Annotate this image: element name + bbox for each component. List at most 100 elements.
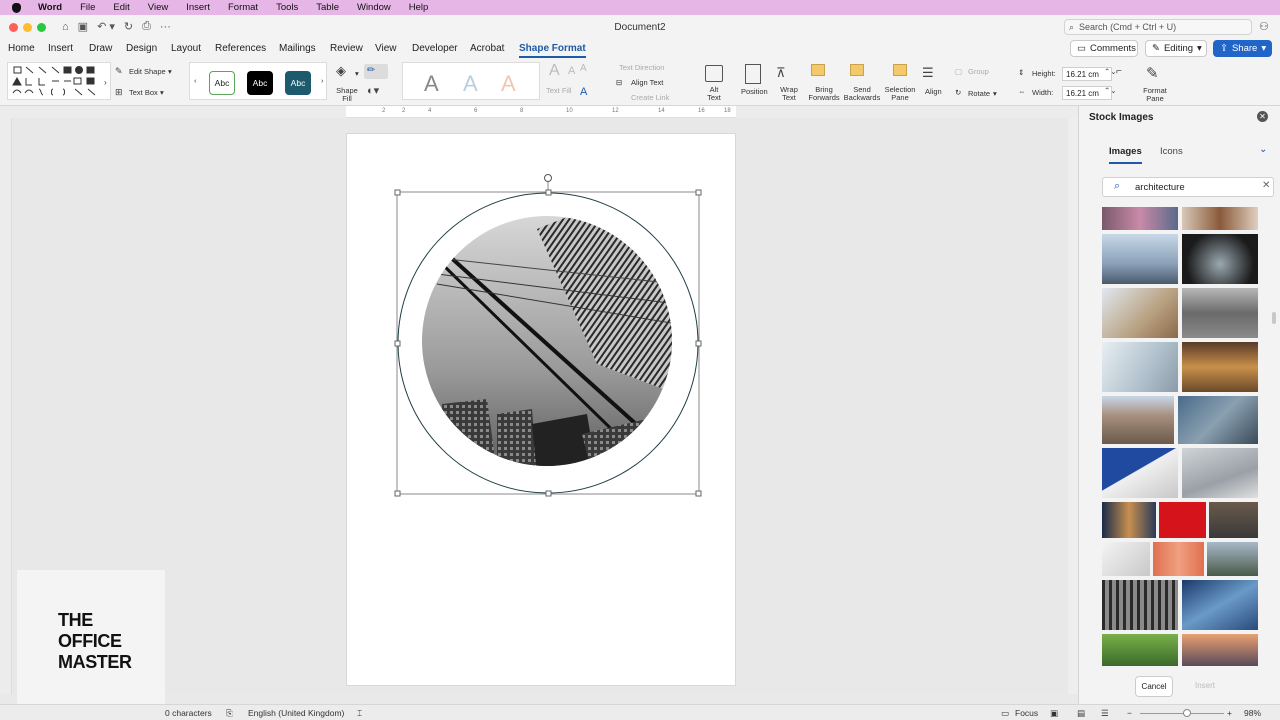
rotate-handle[interactable] bbox=[544, 174, 552, 182]
scroll-right-icon[interactable]: › bbox=[321, 77, 324, 85]
image-thumbnail[interactable] bbox=[1207, 542, 1258, 576]
language-status[interactable]: English (United Kingdom) bbox=[248, 708, 344, 718]
web-layout-icon[interactable]: ▤ bbox=[1077, 708, 1085, 719]
word-count[interactable]: 0 characters bbox=[165, 708, 212, 718]
insert-shapes-gallery[interactable]: › bbox=[7, 62, 111, 100]
focus-button[interactable]: Focus bbox=[1015, 708, 1038, 718]
menu-app-name[interactable]: Word bbox=[38, 2, 62, 13]
position-button[interactable]: Position bbox=[741, 88, 768, 96]
image-thumbnail[interactable] bbox=[1182, 234, 1258, 284]
menu-edit[interactable]: Edit bbox=[113, 2, 129, 13]
image-thumbnail[interactable] bbox=[1182, 448, 1258, 498]
insert-button[interactable]: Insert bbox=[1189, 676, 1221, 697]
style-sample-black[interactable]: Abc bbox=[247, 71, 273, 95]
tab-images[interactable]: Images bbox=[1109, 146, 1142, 164]
image-thumbnail[interactable] bbox=[1178, 396, 1258, 444]
menu-format[interactable]: Format bbox=[228, 2, 258, 13]
image-thumbnail[interactable] bbox=[1102, 342, 1178, 392]
menu-view[interactable]: View bbox=[148, 2, 168, 13]
text-box-button[interactable]: Text Box bbox=[129, 89, 158, 97]
wordart-peach-sample[interactable]: A bbox=[501, 71, 516, 97]
cancel-button[interactable]: Cancel bbox=[1135, 676, 1173, 697]
scroll-left-icon[interactable]: ‹ bbox=[194, 77, 197, 85]
image-thumbnail[interactable] bbox=[1102, 580, 1178, 630]
share-people-icon[interactable]: ⚇ bbox=[1259, 20, 1269, 33]
image-thumbnail[interactable] bbox=[1182, 580, 1258, 630]
crop-icon[interactable]: ⌐ bbox=[1116, 67, 1122, 77]
zoom-slider[interactable] bbox=[1140, 713, 1224, 714]
menu-window[interactable]: Window bbox=[357, 2, 391, 13]
proofing-icon[interactable]: ⎘ bbox=[226, 708, 233, 719]
stock-search-input[interactable]: ⌕ architecture ✕ bbox=[1102, 177, 1274, 197]
image-thumbnail[interactable] bbox=[1102, 634, 1178, 666]
clear-icon[interactable]: ✕ bbox=[1262, 180, 1270, 191]
text-style-icon[interactable]: A bbox=[580, 86, 587, 98]
menu-file[interactable]: File bbox=[80, 2, 95, 13]
editing-button[interactable]: ✎ Editing ▾ bbox=[1145, 40, 1207, 57]
accessibility-icon[interactable]: ⌶ bbox=[357, 708, 362, 719]
image-thumbnail[interactable] bbox=[1102, 288, 1178, 338]
rotate-button[interactable]: Rotate bbox=[968, 90, 990, 98]
outline-icon[interactable]: ☰ bbox=[1101, 708, 1109, 719]
paint-bucket-icon[interactable]: ◈ bbox=[336, 63, 346, 79]
style-sample-teal[interactable]: Abc bbox=[285, 71, 311, 95]
menu-table[interactable]: Table bbox=[316, 2, 339, 13]
tab-design[interactable]: Design bbox=[126, 43, 157, 54]
menu-tools[interactable]: Tools bbox=[276, 2, 298, 13]
width-stepper[interactable]: ⌃⌄ bbox=[1104, 87, 1117, 95]
menu-help[interactable]: Help bbox=[409, 2, 429, 13]
text-fill-icon[interactable]: A bbox=[549, 62, 560, 80]
tab-references[interactable]: References bbox=[215, 43, 266, 54]
zoom-in-icon[interactable]: + bbox=[1227, 708, 1232, 718]
tab-home[interactable]: Home bbox=[8, 43, 35, 54]
tab-insert[interactable]: Insert bbox=[48, 43, 73, 54]
pane-scrollbar[interactable] bbox=[1272, 312, 1276, 324]
group-button[interactable]: Group bbox=[968, 68, 989, 76]
selected-picture-shape[interactable] bbox=[347, 134, 737, 687]
tab-icons[interactable]: Icons bbox=[1160, 146, 1183, 157]
height-stepper[interactable]: ⌃⌄ bbox=[1104, 68, 1117, 76]
tab-draw[interactable]: Draw bbox=[89, 43, 112, 54]
image-thumbnail[interactable] bbox=[1159, 502, 1206, 538]
apple-icon[interactable] bbox=[12, 2, 21, 13]
image-thumbnail[interactable] bbox=[1182, 342, 1258, 392]
shape-fill-button[interactable]: Shape Fill bbox=[334, 87, 360, 103]
image-thumbnail[interactable] bbox=[1182, 634, 1258, 666]
image-thumbnail[interactable] bbox=[1182, 207, 1258, 230]
wrap-text-button[interactable]: Wrap Text bbox=[776, 86, 802, 102]
comments-button[interactable]: ▭ Comments bbox=[1070, 40, 1138, 57]
style-sample-outline[interactable]: Abc bbox=[209, 71, 235, 95]
chevron-down-icon[interactable]: ⌄ bbox=[1259, 144, 1267, 155]
wordart-blue-sample[interactable]: A bbox=[463, 71, 478, 97]
document-page[interactable] bbox=[346, 133, 736, 686]
image-thumbnail[interactable] bbox=[1102, 542, 1150, 576]
wordart-gray-sample[interactable]: A bbox=[424, 71, 439, 97]
close-icon[interactable]: ✕ bbox=[1257, 111, 1268, 122]
selection-pane-button[interactable]: Selection Pane bbox=[883, 86, 917, 102]
search-input[interactable]: ⌕ Search (Cmd + Ctrl + U) bbox=[1064, 19, 1252, 35]
image-thumbnail[interactable] bbox=[1102, 448, 1178, 498]
format-pane-button[interactable]: Format Pane bbox=[1140, 87, 1170, 103]
shape-effects-icon[interactable]: ◐▾ bbox=[367, 84, 379, 97]
image-thumbnail[interactable] bbox=[1153, 542, 1204, 576]
alt-text-button[interactable]: Alt Text bbox=[702, 86, 726, 102]
print-layout-icon[interactable]: ▣ bbox=[1050, 708, 1058, 719]
bring-forwards-button[interactable]: Bring Forwards bbox=[806, 86, 842, 102]
align-button[interactable]: Align bbox=[925, 88, 942, 96]
zoom-out-icon[interactable]: − bbox=[1127, 708, 1132, 718]
image-thumbnail[interactable] bbox=[1102, 502, 1156, 538]
text-outline-icon[interactable]: A bbox=[568, 65, 575, 77]
image-thumbnail[interactable] bbox=[1209, 502, 1258, 538]
tab-layout[interactable]: Layout bbox=[171, 43, 201, 54]
share-button[interactable]: ⇪ Share ▾ bbox=[1213, 40, 1272, 57]
menu-insert[interactable]: Insert bbox=[186, 2, 210, 13]
image-thumbnail[interactable] bbox=[1182, 288, 1258, 338]
create-link-button[interactable]: Create Link bbox=[631, 94, 669, 102]
image-thumbnail[interactable] bbox=[1102, 207, 1178, 230]
tab-view[interactable]: View bbox=[375, 43, 397, 54]
image-thumbnail[interactable] bbox=[1102, 396, 1174, 444]
align-text-button[interactable]: Align Text bbox=[631, 79, 663, 87]
zoom-slider-knob[interactable] bbox=[1183, 709, 1191, 717]
image-thumbnail[interactable] bbox=[1102, 234, 1178, 284]
zoom-level[interactable]: 98% bbox=[1244, 708, 1261, 718]
